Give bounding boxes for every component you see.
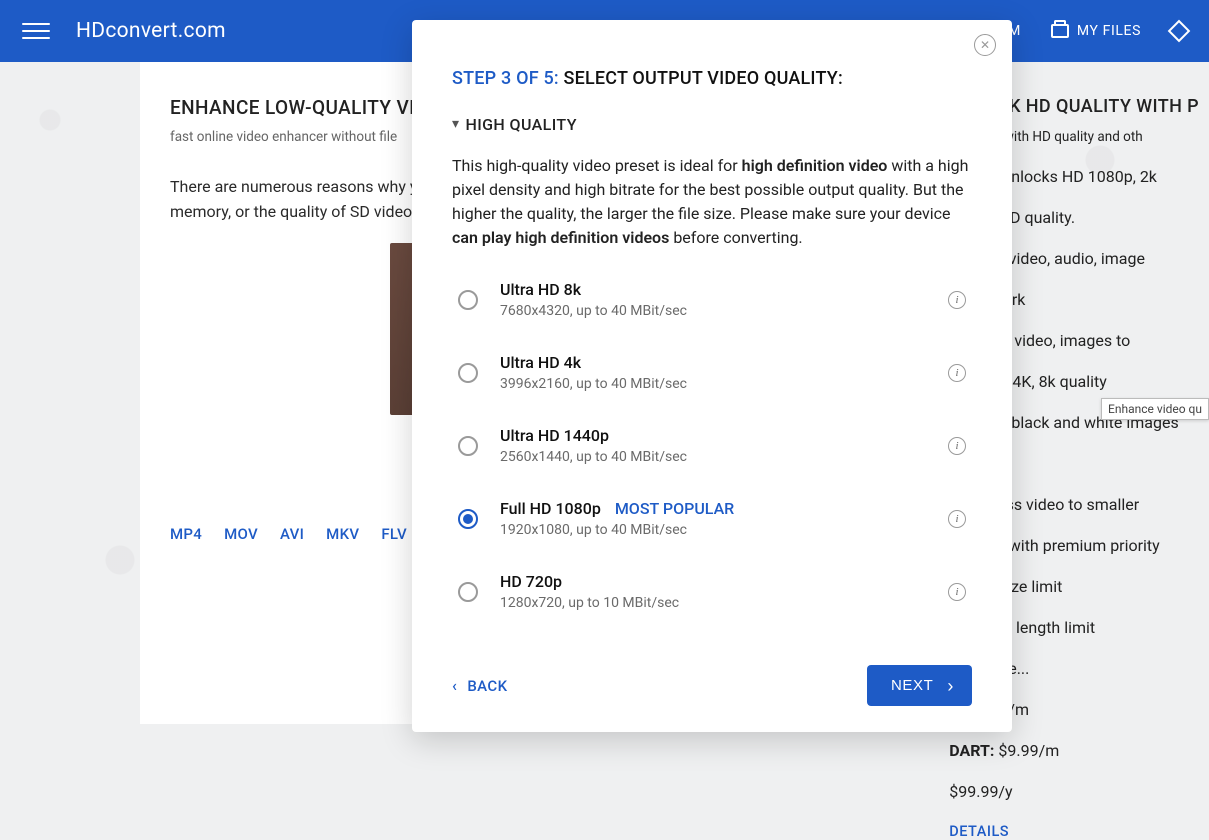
tag-link[interactable]: AVI <box>280 525 304 543</box>
hover-tooltip: Enhance video qu <box>1101 398 1209 420</box>
section-toggle[interactable]: ▾ HIGH QUALITY <box>452 115 972 134</box>
info-icon[interactable]: i <box>948 583 966 601</box>
info-icon[interactable]: i <box>948 437 966 455</box>
quality-option[interactable]: Full HD 1080pMOST POPULAR 1920x1080, up t… <box>452 493 972 544</box>
radio-icon[interactable] <box>458 363 478 383</box>
radio-icon[interactable] <box>458 582 478 602</box>
most-popular-badge: MOST POPULAR <box>615 499 734 518</box>
tag-link[interactable]: FLV <box>381 525 407 543</box>
section-description: This high-quality video preset is ideal … <box>452 154 972 250</box>
step-title-text: SELECT OUTPUT VIDEO QUALITY: <box>564 68 843 89</box>
tag-link[interactable]: MKV <box>326 525 359 543</box>
close-icon[interactable]: ✕ <box>974 34 996 56</box>
option-title: Ultra HD 1440p <box>500 426 926 445</box>
chevron-down-icon: ▾ <box>452 116 459 132</box>
option-subtitle: 3996x2160, up to 40 MBit/sec <box>500 376 926 392</box>
gem-icon <box>1168 20 1191 43</box>
quality-option[interactable]: Ultra HD 8k 7680x4320, up to 40 MBit/sec i <box>452 274 972 325</box>
quality-option[interactable]: Ultra HD 4k 3996x2160, up to 40 MBit/sec i <box>452 347 972 398</box>
back-label: BACK <box>467 677 507 695</box>
info-icon[interactable]: i <box>948 291 966 309</box>
option-list: Ultra HD 8k 7680x4320, up to 40 MBit/sec i… <box>452 274 972 617</box>
quality-option[interactable]: Ultra HD 1440p 2560x1440, up to 40 MBit/s… <box>452 420 972 471</box>
nav-my-files-label: MY FILES <box>1077 23 1141 39</box>
option-text: Full HD 1080pMOST POPULAR 1920x1080, up t… <box>500 499 926 538</box>
quality-modal: ✕ STEP 3 OF 5: SELECT OUTPUT VIDEO QUALI… <box>412 20 1012 732</box>
tag-link[interactable]: MOV <box>224 525 258 543</box>
section-label: HIGH QUALITY <box>465 115 576 134</box>
option-subtitle: 2560x1440, up to 40 MBit/sec <box>500 449 926 465</box>
nav-my-files[interactable]: MY FILES <box>1051 23 1141 39</box>
brand-name[interactable]: HDconvert.com <box>76 19 226 43</box>
arrow-left-icon: ‹ <box>452 676 457 695</box>
option-text: Ultra HD 8k 7680x4320, up to 40 MBit/sec <box>500 280 926 319</box>
option-subtitle: 1280x720, up to 10 MBit/sec <box>500 595 926 611</box>
radio-icon[interactable] <box>458 290 478 310</box>
back-button[interactable]: ‹ BACK <box>452 676 508 695</box>
option-text: Ultra HD 4k 3996x2160, up to 40 MBit/sec <box>500 353 926 392</box>
rail-price-2: DART: $9.99/m <box>949 741 1199 760</box>
tag-link[interactable]: MP4 <box>170 525 202 543</box>
radio-icon[interactable] <box>458 509 478 529</box>
option-title: Ultra HD 8k <box>500 280 926 299</box>
option-subtitle: 7680x4320, up to 40 MBit/sec <box>500 303 926 319</box>
next-button[interactable]: NEXT › <box>867 665 972 706</box>
folder-icon <box>1051 24 1069 38</box>
option-text: HD 720p 1280x720, up to 10 MBit/sec <box>500 572 926 611</box>
option-title: Full HD 1080pMOST POPULAR <box>500 499 926 518</box>
step-prefix: STEP 3 OF 5: <box>452 68 559 89</box>
option-text: Ultra HD 1440p 2560x1440, up to 40 MBit/s… <box>500 426 926 465</box>
next-label: NEXT <box>891 677 933 694</box>
option-title: HD 720p <box>500 572 926 591</box>
option-title: Ultra HD 4k <box>500 353 926 372</box>
quality-option[interactable]: HD 720p 1280x720, up to 10 MBit/sec i <box>452 566 972 617</box>
info-icon[interactable]: i <box>948 510 966 528</box>
nav-gem[interactable] <box>1171 23 1187 39</box>
modal-footer: ‹ BACK NEXT › <box>452 657 972 706</box>
radio-icon[interactable] <box>458 436 478 456</box>
step-title: STEP 3 OF 5: SELECT OUTPUT VIDEO QUALITY… <box>452 68 972 89</box>
rail-details-link[interactable]: DETAILS <box>949 823 1199 840</box>
rail-price-3: $99.99/y <box>949 782 1199 801</box>
menu-icon[interactable] <box>22 17 50 45</box>
info-icon[interactable]: i <box>948 364 966 382</box>
option-subtitle: 1920x1080, up to 40 MBit/sec <box>500 522 926 538</box>
